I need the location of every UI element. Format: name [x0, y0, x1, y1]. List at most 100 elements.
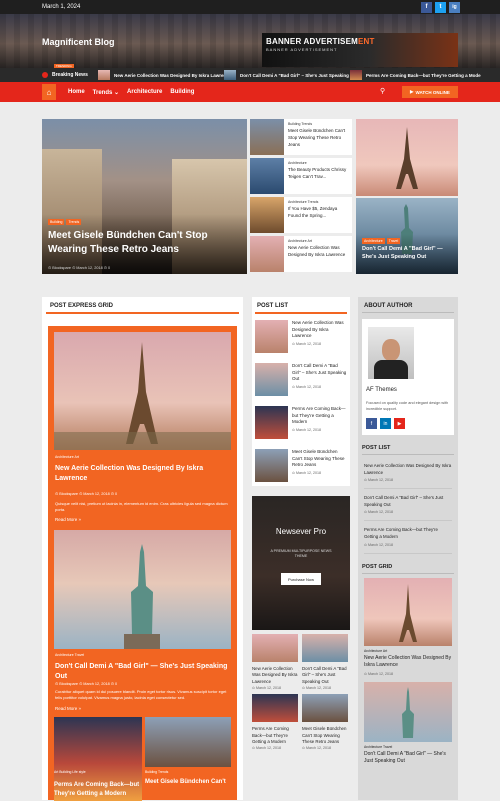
grid-item[interactable]: Perms Are Coming Back—but They're Gettin… [252, 694, 298, 750]
ticker-item[interactable]: Don't Call Demi A "Bad Girl" – She's Jus… [224, 70, 358, 80]
post-title[interactable]: Meet Gisele Bündchen Can't Stop Wearing … [288, 128, 349, 148]
post-category: Architecture Art [288, 239, 312, 243]
facebook-icon[interactable]: f [366, 418, 377, 429]
section-heading: ABOUT AUTHOR [362, 297, 454, 313]
post-title[interactable]: Don't Call Demi A "Bad Girl" – She's Jus… [364, 495, 452, 508]
post-title[interactable]: If You Have $5, Zendaya Found the Spring… [288, 206, 349, 220]
site-header: Magnificent Blog BANNER ADVERTISEMENT BA… [0, 14, 500, 68]
nav-item-home[interactable]: Home [68, 89, 85, 95]
nav-item-trends[interactable]: Trends ⌄ [93, 89, 119, 96]
post-image[interactable] [54, 530, 231, 649]
watch-online-button[interactable]: ▶ WATCH ONLINE [402, 86, 458, 98]
featured-title[interactable]: Meet Gisele Bündchen Can't Stop Wearing … [48, 229, 238, 256]
grid-item[interactable]: Don't Call Demi A "Bad Girl" – She's Jus… [302, 634, 348, 690]
tag[interactable]: Building [48, 219, 65, 225]
promo-title: Newsever Pro [275, 527, 327, 536]
post-title[interactable]: Meet Gisele Bündchen Can't Stop Wearing … [292, 449, 347, 469]
banner-ad-title: BANNER ADVERTISEMENT [266, 37, 375, 46]
banner-advertisement[interactable]: BANNER ADVERTISEMENT BANNER ADVERTISEMEN… [262, 33, 458, 67]
post-list: POST LIST New Aerie Collection Was Desig… [252, 297, 350, 486]
list-item[interactable]: Architecture The Beauty Products Chrissy … [250, 158, 352, 194]
post-thumbnail [252, 634, 298, 662]
nav-item-building[interactable]: Building [170, 89, 194, 95]
post-date: ⊙ March 12, 2018 [302, 746, 331, 751]
ticker-thumbnail [224, 70, 236, 80]
header-social-links: f t ig [421, 1, 460, 13]
post-title[interactable]: The Beauty Products Chrissy Teigen Can't… [288, 167, 349, 181]
list-item[interactable]: Building Trends Meet Gisele Bündchen Can'… [250, 119, 352, 155]
post-title[interactable]: New Aerie Collection Was Designed By Isk… [292, 320, 347, 340]
list-item[interactable]: Meet Gisele Bündchen Can't Stop Wearing … [255, 449, 347, 486]
live-dot-icon [42, 72, 48, 78]
post-date: ⊙ March 12, 2018 [292, 384, 321, 389]
nav-item-architecture[interactable]: Architecture [127, 89, 162, 95]
grid-item[interactable]: New Aerie Collection Was Designed By Isk… [252, 634, 298, 690]
tag[interactable]: Travel [386, 238, 401, 244]
post-title[interactable]: Perms Are Coming Back—but They're Gettin… [252, 726, 298, 745]
post-express-grid: POST EXPRESS GRID Architecture Art New A… [42, 297, 243, 801]
post-title[interactable]: New Aerie Collection Was Designed By Isk… [252, 666, 298, 685]
list-item[interactable]: New Aerie Collection Was Designed By Isk… [364, 457, 452, 490]
post-thumbnail [250, 119, 284, 155]
instagram-icon[interactable]: ig [449, 1, 460, 13]
post-image[interactable] [54, 332, 231, 450]
post-thumbnail [255, 363, 288, 396]
featured-post[interactable]: Building Trends Meet Gisele Bündchen Can… [42, 119, 247, 274]
post-title[interactable]: New Aerie Collection Was Designed By Isk… [364, 463, 452, 476]
post-title[interactable]: Meet Gisele Bündchen Can't Stop Wearing … [302, 726, 348, 745]
author-name[interactable]: AF Themes [366, 387, 450, 393]
post-meta: ⊙ Blockspare ⊙ March 12, 2018 ⊙ 0 [55, 682, 118, 686]
eiffel-tower-icon [396, 127, 418, 189]
post-title[interactable]: Don't Call Demi A "Bad Girl" – She's Jus… [302, 666, 348, 685]
author-social-links: f in ▶ [366, 418, 450, 429]
home-icon[interactable]: ⌂ [42, 84, 56, 100]
post-title[interactable]: Perms Are Coming Back—but They're Gettin… [54, 781, 142, 798]
post-title[interactable]: Don't Call Demi A "Bad Girl" – She's Jus… [292, 363, 347, 383]
newsever-pro-ad[interactable] [252, 496, 350, 630]
post-thumbnail [302, 634, 348, 662]
post-category: Architecture Art [55, 455, 79, 459]
promo-subtitle: A PREMIUM MULTIPURPOSE NEWS THEME [270, 549, 332, 559]
post-title[interactable]: New Aerie Collection Was Designed By Isk… [288, 245, 349, 259]
feature-title[interactable]: Don't Call Demi A "Bad Girl" — She's Jus… [362, 246, 454, 261]
read-more-link[interactable]: Read More » [55, 706, 81, 711]
list-item[interactable]: Architecture Trends If You Have $5, Zenda… [250, 197, 352, 233]
search-icon[interactable]: ⚲ [380, 87, 385, 95]
author-bio: Focused on quality code and elegant desi… [366, 401, 449, 411]
post-title[interactable]: Perms Are Coming Back—but They're Gettin… [292, 406, 347, 426]
read-more-link[interactable]: Read More » [55, 517, 81, 522]
post-image [364, 577, 452, 646]
list-item[interactable]: New Aerie Collection Was Designed By Isk… [255, 320, 347, 357]
post-category: Architecture Art [364, 648, 388, 653]
right-feature-post[interactable]: Architecture Travel Don't Call Demi A "B… [356, 198, 458, 274]
tag[interactable]: Trends [66, 219, 82, 225]
post-title[interactable]: New Aerie Collection Was Designed By Isk… [364, 655, 452, 670]
tag[interactable]: Architecture [362, 238, 385, 244]
ticker-thumbnail [98, 70, 110, 80]
post-title[interactable]: Don't Call Demi A "Bad Girl" — She's Jus… [364, 751, 452, 766]
post-title[interactable]: Meet Gisele Bündchen Can't [145, 778, 231, 787]
post-image [364, 681, 452, 742]
list-item[interactable]: Architecture Art New Aerie Collection Was… [250, 236, 352, 272]
grid-item[interactable]: Architecture Travel Don't Call Demi A "B… [364, 681, 452, 766]
list-item[interactable]: Perms Are Coming Back—but They're Gettin… [255, 406, 347, 443]
list-item[interactable]: Perms Are Coming Back—but They're Gettin… [364, 521, 452, 554]
purchase-now-button[interactable]: Purchase Now [281, 573, 321, 585]
linkedin-icon[interactable]: in [380, 418, 391, 429]
post-title[interactable]: New Aerie Collection Was Designed By Isk… [55, 464, 231, 484]
site-title[interactable]: Magnificent Blog [42, 37, 115, 47]
list-item[interactable]: Don't Call Demi A "Bad Girl" – She's Jus… [255, 363, 347, 400]
post-title[interactable]: Perms Are Coming Back—but They're Gettin… [364, 527, 452, 540]
eiffel-tower-image[interactable] [356, 119, 458, 196]
list-item[interactable]: Don't Call Demi A "Bad Girl" – She's Jus… [364, 489, 452, 522]
youtube-icon[interactable]: ▶ [394, 418, 405, 429]
post-category: Architecture Travel [55, 653, 85, 657]
facebook-icon[interactable]: f [421, 1, 432, 13]
grid-item[interactable]: Architecture Art New Aerie Collection Wa… [364, 577, 452, 676]
ticker-item[interactable]: Perms Are Coming Back—but They're Gettin… [350, 70, 481, 80]
post-title[interactable]: Don't Call Demi A "Bad Girl" — She's Jus… [55, 662, 231, 682]
ticker-item[interactable]: New Aerie Collection Was Designed By Isk… [98, 70, 231, 80]
twitter-icon[interactable]: t [435, 1, 446, 13]
grid-item[interactable]: Meet Gisele Bündchen Can't Stop Wearing … [302, 694, 348, 750]
post-image[interactable] [145, 717, 231, 767]
